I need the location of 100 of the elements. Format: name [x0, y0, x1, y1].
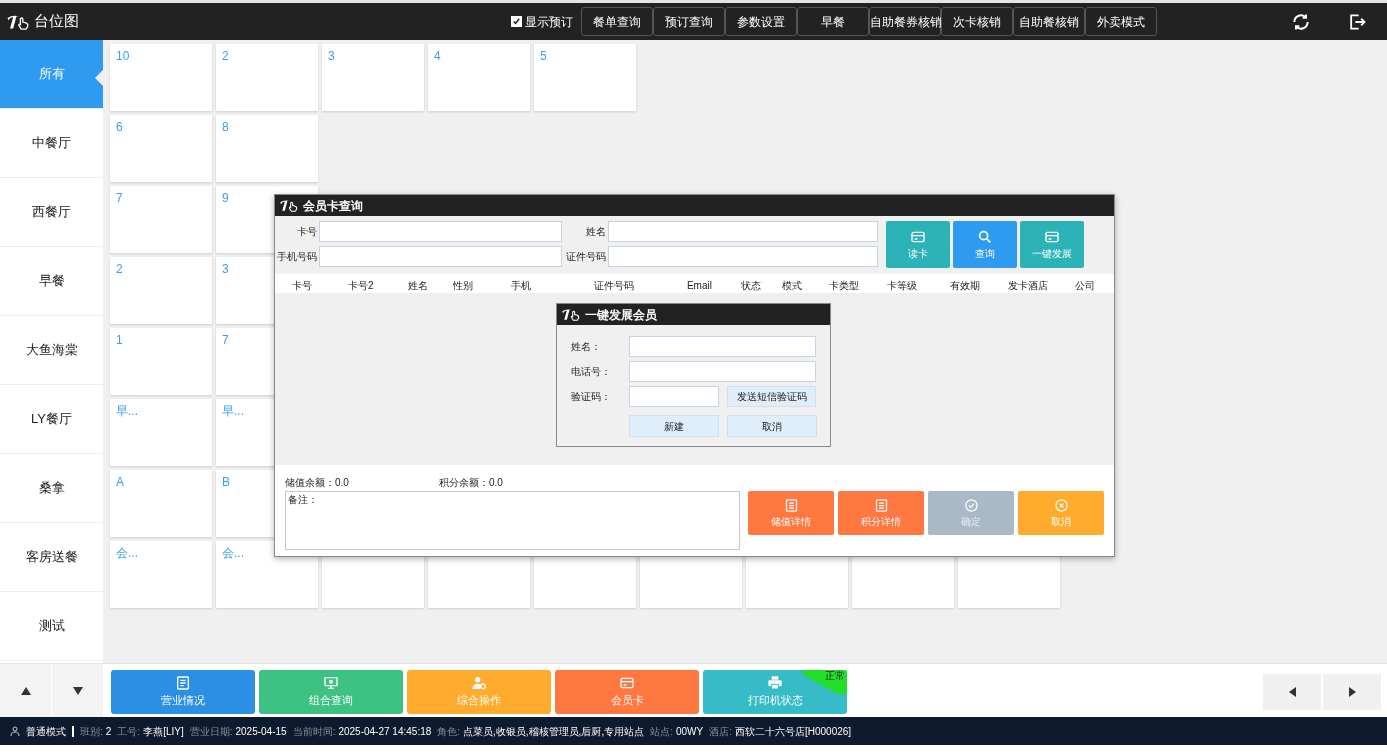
toolbar-button[interactable]: 营业情况 — [111, 670, 255, 714]
status-label: 当前时间: — [292, 724, 336, 739]
page-title: 台位图 — [33, 11, 79, 32]
column-header: 证件号码 — [592, 278, 635, 293]
table-card[interactable]: 1 — [110, 328, 212, 395]
logo-icon — [561, 308, 582, 321]
column-header: 公司 — [1074, 278, 1097, 293]
logo-icon — [279, 199, 300, 212]
header-button[interactable]: 自助餐券核销 — [869, 7, 941, 36]
dialog-button[interactable]: 取消 — [1018, 491, 1104, 535]
input-field[interactable] — [608, 246, 878, 267]
monitor-icon — [323, 675, 339, 692]
right-triangle-icon — [1348, 687, 1356, 697]
action-button[interactable]: 读卡 — [886, 221, 950, 268]
table-card[interactable]: 4 — [428, 44, 530, 111]
header-button[interactable]: 自助餐核销 — [1013, 7, 1085, 36]
search-icon — [977, 228, 993, 245]
status-value: 西软二十六号店[H000026] — [735, 724, 852, 739]
table-card[interactable]: 2 — [216, 44, 318, 111]
down-triangle-icon — [72, 686, 83, 695]
input-field[interactable] — [319, 221, 562, 242]
toolbar-button[interactable]: 会员卡 — [555, 670, 699, 714]
column-header: 状态 — [740, 278, 763, 293]
status-value: 2 — [105, 724, 112, 739]
previous-page-button[interactable] — [1263, 674, 1321, 710]
column-header: 卡等级 — [885, 278, 918, 293]
column-header: 卡号 — [290, 278, 313, 293]
up-triangle-icon — [20, 686, 31, 695]
table-card[interactable]: 6 — [110, 115, 212, 182]
header-button[interactable]: 外卖模式 — [1085, 7, 1157, 36]
column-header: 有效期 — [948, 278, 981, 293]
input-field[interactable] — [629, 361, 816, 382]
send-code-button[interactable]: 发送短信验证码 — [727, 386, 816, 407]
status-value: 2025-04-27 14:45:18 — [338, 724, 432, 739]
column-header: Email — [685, 278, 713, 293]
dialog-button[interactable]: 新建 — [629, 415, 719, 437]
table-card[interactable]: 2 — [110, 257, 212, 324]
scroll-down-button[interactable] — [52, 664, 103, 717]
column-header: 性别 — [452, 278, 475, 293]
printer-icon — [767, 675, 783, 692]
list-icon — [783, 497, 799, 513]
sidebar-item[interactable]: 所有 — [0, 40, 103, 109]
scroll-up-button[interactable] — [0, 664, 52, 717]
field-label: 验证码： — [571, 390, 612, 404]
input-field[interactable] — [608, 221, 878, 242]
table-card[interactable]: 8 — [216, 115, 318, 182]
logout-icon[interactable] — [1347, 11, 1367, 32]
header-button[interactable]: 参数设置 — [725, 7, 797, 36]
dialog-button[interactable]: 取消 — [727, 415, 817, 437]
mode-label: 普通模式 — [26, 724, 66, 739]
check-icon — [512, 17, 521, 26]
status-value: 李燕[LIY] — [143, 724, 184, 739]
checkbox[interactable] — [511, 16, 522, 27]
table-card[interactable]: A — [110, 470, 212, 537]
column-header: 卡号2 — [346, 278, 375, 293]
table-card[interactable]: 会... — [110, 541, 212, 608]
balance-text: 积分余额：0.0 — [439, 475, 504, 490]
field-label: 电话号： — [571, 365, 612, 379]
status-value: 点菜员,收银员,稽核管理员,后厨,专用站点 — [463, 724, 645, 739]
column-header: 卡类型 — [827, 278, 860, 293]
list-icon — [873, 497, 889, 513]
table-card[interactable]: 5 — [534, 44, 636, 111]
checkbox-label: 显示预订 — [525, 13, 573, 31]
header-button[interactable]: 次卡核销 — [941, 7, 1013, 36]
column-header: 发卡酒店 — [1007, 278, 1050, 293]
status-label: 工号: — [117, 724, 141, 739]
field-label: 证件号码 — [565, 250, 606, 264]
dialog-button[interactable]: 储值详情 — [748, 491, 834, 535]
column-header: 模式 — [781, 278, 804, 293]
refresh-icon[interactable] — [1291, 11, 1311, 32]
status-label: 营业日期: — [189, 724, 233, 739]
toolbar-button[interactable]: 打印机状态 正常 — [703, 670, 847, 714]
input-field[interactable] — [319, 246, 562, 267]
table-card[interactable]: 3 — [322, 44, 424, 111]
dialog-button[interactable]: 积分详情 — [838, 491, 924, 535]
header-button[interactable]: 早餐 — [797, 7, 869, 36]
input-field[interactable] — [629, 386, 719, 407]
column-header: 手机 — [510, 278, 533, 293]
table-card[interactable]: 会... — [216, 541, 318, 608]
header-button[interactable]: 预订查询 — [653, 7, 725, 36]
next-page-button[interactable] — [1323, 674, 1381, 710]
action-button[interactable]: 查询 — [953, 221, 1017, 268]
user-icon — [10, 726, 20, 736]
document-icon — [175, 675, 191, 692]
action-button[interactable]: 一键发展 — [1020, 221, 1084, 268]
table-card[interactable]: 10 — [110, 44, 212, 111]
header-button[interactable]: 餐单查询 — [581, 7, 653, 36]
remark-field[interactable]: 备注： — [285, 491, 740, 550]
table-card[interactable]: 早... — [110, 399, 212, 466]
close-circle-icon — [1053, 497, 1069, 513]
status-badge: 正常 — [803, 670, 847, 694]
toolbar-button[interactable]: 综合操作 — [407, 670, 551, 714]
status-value: 00WY — [675, 724, 704, 739]
check-circle-icon — [963, 497, 979, 513]
toolbar-button[interactable]: 组合查询 — [259, 670, 403, 714]
status-label: 角色: — [437, 724, 461, 739]
table-card[interactable]: 7 — [110, 186, 212, 253]
status-label: 站点: — [650, 724, 673, 739]
status-value: 2025-04-15 — [235, 724, 287, 739]
input-field[interactable] — [629, 336, 816, 357]
